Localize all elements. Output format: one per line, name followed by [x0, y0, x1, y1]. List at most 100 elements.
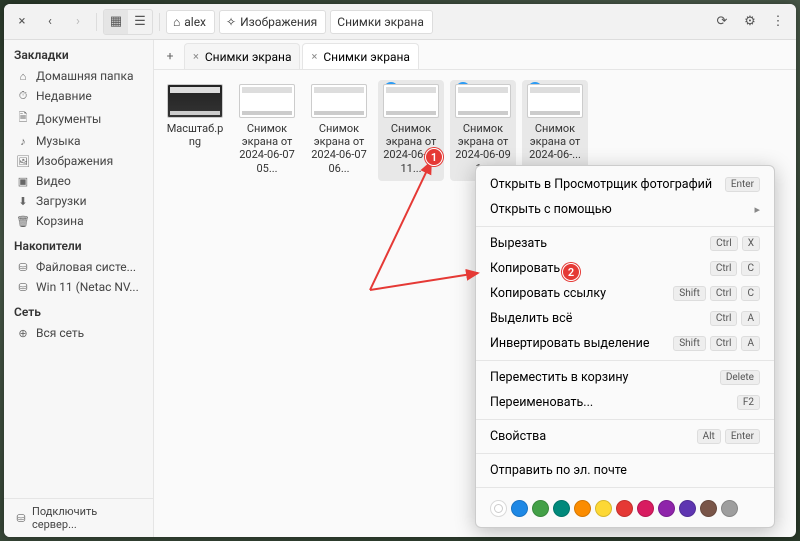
file-name: Снимок экрана от 2024-06-07 06...: [308, 122, 370, 175]
connect-server-button[interactable]: ⛁ Подключить сервер...: [4, 498, 153, 537]
sidebar-icon: ⏱: [16, 89, 30, 103]
forward-button[interactable]: ›: [66, 10, 90, 34]
file-thumbnail: [383, 84, 439, 118]
color-tag[interactable]: [721, 500, 738, 517]
context-menu: Открыть в Просмотрщик фотографий Enter О…: [475, 165, 775, 528]
color-tag[interactable]: [532, 500, 549, 517]
ctx-select-all[interactable]: Выделить всё CtrlA: [476, 306, 774, 331]
file-thumbnail: [239, 84, 295, 118]
close-icon[interactable]: ×: [193, 50, 199, 63]
file-name: Масштаб.png: [164, 122, 226, 148]
sidebar-label: Загрузки: [36, 194, 87, 208]
ctx-cut[interactable]: Вырезать CtrlX: [476, 231, 774, 256]
sidebar-icon: ▣: [16, 175, 30, 188]
color-tag[interactable]: [700, 500, 717, 517]
file-name: Снимок экрана от 2024-06-...: [524, 122, 586, 162]
sidebar-icon: 🗎: [16, 109, 30, 128]
color-tag[interactable]: [679, 500, 696, 517]
ctx-properties[interactable]: Свойства AltEnter: [476, 424, 774, 449]
chevron-right-icon: ▸: [754, 203, 760, 216]
sidebar-item[interactable]: 🗎 Документы: [4, 106, 153, 131]
sidebar-icon: 🖼: [16, 155, 30, 168]
sidebar-icon: ⛁: [16, 261, 30, 274]
sidebar-item[interactable]: ♪ Музыка: [4, 131, 153, 151]
breadcrumb-1[interactable]: ✧Изображения: [219, 10, 326, 34]
color-tag[interactable]: [574, 500, 591, 517]
sidebar-label: Изображения: [36, 154, 113, 168]
icon-view-button[interactable]: ▦: [104, 10, 128, 34]
color-tag[interactable]: [553, 500, 570, 517]
back-button[interactable]: ‹: [38, 10, 62, 34]
ctx-rename[interactable]: Переименовать... F2: [476, 390, 774, 415]
file-item[interactable]: ✓Снимок экрана от 2024-06-09 11...: [378, 80, 444, 181]
ctx-invert-selection[interactable]: Инвертировать выделение ShiftCtrlA: [476, 331, 774, 356]
connect-server-label: Подключить сервер...: [32, 505, 143, 531]
sidebar-item[interactable]: ⌂ Домашняя папка: [4, 66, 153, 86]
list-view-button[interactable]: ☰: [128, 10, 152, 34]
sidebar-item[interactable]: ▣ Видео: [4, 171, 153, 191]
sidebar-label: Файловая систе...: [36, 260, 136, 274]
sidebar-item[interactable]: ⛁ Файловая систе...: [4, 257, 153, 277]
file-name: Снимок экрана от 2024-06-09 11...: [380, 122, 442, 175]
file-thumbnail: [527, 84, 583, 118]
sidebar-section: Закладки: [4, 40, 153, 66]
sidebar-icon: 🗑: [16, 215, 30, 228]
tab-bar: + × Снимки экрана × Снимки экрана: [154, 40, 796, 70]
file-item[interactable]: Снимок экрана от 2024-06-07 06...: [306, 80, 372, 181]
sidebar-label: Домашняя папка: [36, 69, 133, 83]
file-item[interactable]: Масштаб.png: [162, 80, 228, 181]
file-thumbnail: [167, 84, 223, 118]
sidebar-item[interactable]: ⊕ Вся сеть: [4, 323, 153, 343]
ctx-copy[interactable]: Копировать CtrlC: [476, 256, 774, 281]
menu-button[interactable]: ⋮: [766, 10, 790, 34]
sidebar-label: Видео: [36, 174, 71, 188]
breadcrumb-0[interactable]: ⌂alex: [166, 10, 215, 34]
toolbar: × ‹ › ▦ ☰ ⌂alex✧ИзображенияСнимки экрана…: [4, 4, 796, 40]
sidebar-label: Недавние: [36, 89, 92, 103]
refresh-button[interactable]: ⟳: [710, 10, 734, 34]
tab-1[interactable]: × Снимки экрана: [302, 43, 418, 69]
sidebar-label: Корзина: [36, 214, 84, 228]
file-item[interactable]: Снимок экрана от 2024-06-07 05...: [234, 80, 300, 181]
sidebar-item[interactable]: 🗑 Корзина: [4, 211, 153, 231]
tab-label: Снимки экрана: [205, 50, 292, 64]
sidebar-item[interactable]: ⏱ Недавние: [4, 86, 153, 106]
tab-0[interactable]: × Снимки экрана: [184, 43, 300, 69]
sidebar-section: Накопители: [4, 231, 153, 257]
tab-label: Снимки экрана: [323, 50, 410, 64]
ctx-copy-link[interactable]: Копировать ссылку ShiftCtrlC: [476, 281, 774, 306]
ctx-open-with[interactable]: Открыть с помощью ▸: [476, 197, 774, 222]
tag-none[interactable]: [490, 500, 507, 517]
sidebar-item[interactable]: ⬇Загрузки: [4, 191, 153, 211]
sidebar-label: Win 11 (Netac NV...: [36, 280, 139, 294]
sidebar-label: Вся сеть: [36, 326, 84, 340]
sidebar: Закладки ⌂ Домашняя папка ⏱ Недавние 🗎 Докумен…: [4, 40, 154, 537]
color-tags-row: [476, 492, 774, 521]
gear-icon[interactable]: ⚙: [738, 10, 762, 34]
sidebar-section: Сеть: [4, 297, 153, 323]
color-tag[interactable]: [511, 500, 528, 517]
drive-icon: ⛁: [14, 512, 28, 525]
sidebar-icon: ⛁: [16, 281, 30, 294]
file-name: Снимок экрана от 2024-06-07 05...: [236, 122, 298, 175]
sidebar-icon: ♪: [16, 135, 30, 148]
sidebar-icon: ⊕: [16, 327, 30, 340]
color-tag[interactable]: [637, 500, 654, 517]
breadcrumb-2[interactable]: Снимки экрана: [330, 10, 433, 34]
color-tag[interactable]: [658, 500, 675, 517]
sidebar-icon: ⌂: [16, 70, 30, 83]
sidebar-label: Документы: [36, 112, 101, 126]
close-window-button[interactable]: ×: [10, 10, 34, 34]
view-mode-group: ▦ ☰: [103, 9, 153, 35]
color-tag[interactable]: [616, 500, 633, 517]
file-thumbnail: [311, 84, 367, 118]
ctx-send-email[interactable]: Отправить по эл. почте: [476, 458, 774, 483]
sidebar-item[interactable]: 🖼 Изображения: [4, 151, 153, 171]
sidebar-item[interactable]: ⛁ Win 11 (Netac NV...: [4, 277, 153, 297]
ctx-open-default[interactable]: Открыть в Просмотрщик фотографий Enter: [476, 172, 774, 197]
close-icon[interactable]: ×: [311, 50, 317, 63]
new-tab-button[interactable]: +: [158, 43, 182, 69]
color-tag[interactable]: [595, 500, 612, 517]
sidebar-label: Музыка: [36, 134, 81, 148]
ctx-trash[interactable]: Переместить в корзину Delete: [476, 365, 774, 390]
